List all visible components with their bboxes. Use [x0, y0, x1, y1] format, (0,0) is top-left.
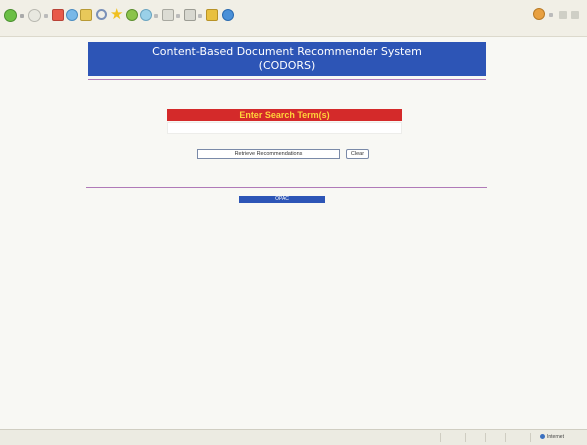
- print-icon[interactable]: [184, 9, 196, 21]
- globe-icon: [540, 434, 545, 440]
- forward-icon[interactable]: [28, 9, 41, 22]
- status-divider: [530, 433, 531, 442]
- home-icon[interactable]: [80, 9, 92, 21]
- footer-divider: [86, 187, 487, 188]
- search-heading: Enter Search Term(s): [167, 109, 402, 121]
- page-header: Content-Based Document Recommender Syste…: [88, 42, 486, 76]
- back-dropdown-icon[interactable]: [20, 14, 24, 18]
- edit-icon[interactable]: [206, 9, 218, 21]
- status-bar: Internet: [0, 429, 587, 445]
- browser-toolbar: ★: [0, 0, 587, 37]
- history-dropdown-icon[interactable]: [154, 14, 158, 18]
- search-icon[interactable]: [96, 9, 107, 20]
- opac-link-button[interactable]: OPAC: [239, 196, 325, 203]
- status-divider: [505, 433, 506, 442]
- status-divider: [440, 433, 441, 442]
- links-dropdown-icon[interactable]: [549, 13, 553, 17]
- search-input[interactable]: [167, 122, 402, 134]
- page-subtitle: (CODORS): [258, 59, 316, 72]
- header-divider: [88, 79, 486, 80]
- favorites-icon[interactable]: ★: [110, 7, 125, 22]
- zone-label: Internet: [547, 434, 564, 440]
- status-divider: [465, 433, 466, 442]
- page-title: Content-Based Document Recommender Syste…: [152, 45, 422, 58]
- print-dropdown-icon[interactable]: [198, 14, 202, 18]
- links-icon[interactable]: [533, 8, 545, 20]
- toolbar-extra-icon[interactable]: [559, 11, 567, 19]
- mail-dropdown-icon[interactable]: [176, 14, 180, 18]
- mail-icon[interactable]: [162, 9, 174, 21]
- retrieve-recommendations-button[interactable]: Retrieve Recommendations: [197, 149, 340, 159]
- messenger-icon[interactable]: [222, 9, 234, 21]
- back-icon[interactable]: [4, 9, 17, 22]
- toolbar-extra-icon[interactable]: [571, 11, 579, 19]
- status-divider: [485, 433, 486, 442]
- refresh-icon[interactable]: [66, 9, 78, 21]
- forward-dropdown-icon[interactable]: [44, 14, 48, 18]
- media-icon[interactable]: [126, 9, 138, 21]
- security-zone: Internet: [540, 433, 564, 442]
- history-icon[interactable]: [140, 9, 152, 21]
- clear-button[interactable]: Clear: [346, 149, 369, 159]
- stop-icon[interactable]: [52, 9, 64, 21]
